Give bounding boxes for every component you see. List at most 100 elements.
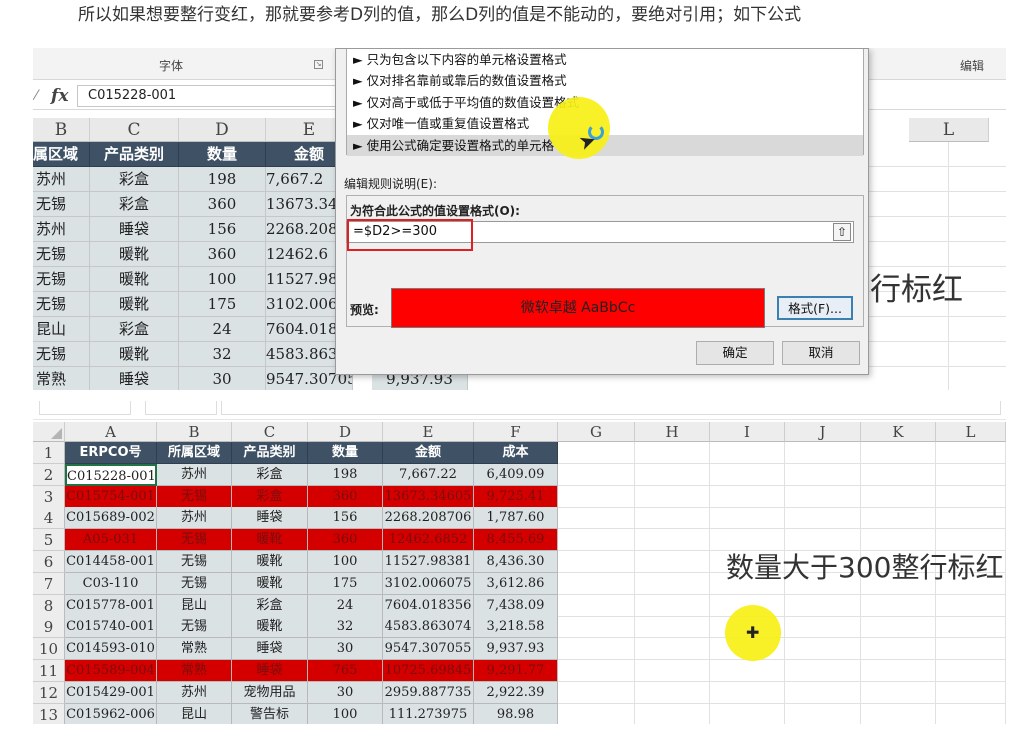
empty-cell[interactable] [785, 638, 861, 661]
fx-icon[interactable]: fx [51, 86, 68, 106]
empty-cell[interactable] [936, 616, 1006, 639]
table-cell[interactable]: 2959.887735 [383, 681, 474, 704]
empty-cell[interactable] [635, 572, 710, 595]
table-cell[interactable]: 3102.006075 [383, 572, 474, 595]
empty-cell[interactable] [949, 142, 1006, 167]
table-cell[interactable]: 198 [179, 167, 266, 192]
empty-cell[interactable] [949, 217, 1006, 242]
empty-cell[interactable] [861, 660, 936, 682]
empty-cell[interactable] [949, 192, 1006, 217]
empty-cell[interactable] [936, 485, 1006, 508]
table-cell[interactable]: A05-031 [65, 529, 157, 552]
table-cell[interactable]: 彩盒 [90, 167, 179, 192]
table-cell[interactable]: 7604.018356 [383, 594, 474, 617]
table-cell[interactable]: 360 [308, 529, 383, 552]
empty-cell[interactable] [936, 681, 1006, 704]
table-cell[interactable]: 暖靴 [90, 342, 179, 367]
table-header-cell[interactable]: 属区域 [33, 142, 90, 167]
row-header[interactable]: 7 [33, 572, 65, 595]
table-cell[interactable]: 156 [179, 217, 266, 242]
table-cell[interactable]: 苏州 [157, 507, 232, 530]
name-box[interactable] [39, 401, 131, 415]
empty-cell[interactable] [635, 551, 710, 573]
row-header[interactable]: 12 [33, 681, 65, 704]
table-cell[interactable]: 无锡 [157, 529, 232, 552]
table-cell[interactable]: 30 [308, 638, 383, 661]
rule-type-item[interactable]: ► 只为包含以下内容的单元格设置格式 [347, 49, 863, 70]
empty-cell[interactable] [869, 142, 949, 167]
table-cell[interactable]: 彩盒 [90, 192, 179, 217]
table-cell[interactable]: 12462.6852 [383, 529, 474, 552]
table-cell[interactable]: 昆山 [157, 703, 232, 724]
empty-cell[interactable] [558, 594, 635, 617]
empty-cell[interactable] [861, 463, 936, 486]
empty-cell[interactable] [710, 485, 785, 508]
table-cell[interactable]: 彩盒 [232, 485, 308, 508]
table-cell[interactable]: 11527.98381 [383, 551, 474, 573]
empty-cell[interactable] [710, 681, 785, 704]
empty-cell[interactable] [558, 572, 635, 595]
empty-cell[interactable] [558, 681, 635, 704]
empty-cell[interactable] [869, 317, 949, 342]
column-header-D[interactable]: D [308, 422, 383, 442]
table-cell[interactable]: 13673.34605 [383, 485, 474, 508]
empty-cell[interactable] [710, 463, 785, 486]
table-cell[interactable]: C015228-001 [65, 463, 157, 486]
row-header[interactable]: 5 [33, 529, 65, 552]
empty-cell[interactable] [949, 167, 1006, 192]
table-header-cell[interactable]: 金额 [383, 442, 474, 464]
table-cell[interactable]: 3,612.86 [474, 572, 558, 595]
row-header[interactable]: 3 [33, 485, 65, 508]
table-cell[interactable]: 8,455.69 [474, 529, 558, 552]
table-cell[interactable]: 2,922.39 [474, 681, 558, 704]
ok-button[interactable]: 确定 [696, 341, 774, 365]
empty-cell[interactable] [785, 703, 861, 724]
empty-cell[interactable] [869, 217, 949, 242]
table-cell[interactable]: C015754-001 [65, 485, 157, 508]
table-cell[interactable]: 30 [308, 681, 383, 704]
table-cell[interactable]: 暖靴 [232, 551, 308, 573]
table-cell[interactable]: C015962-006 [65, 703, 157, 724]
empty-cell[interactable] [785, 681, 861, 704]
empty-cell[interactable] [936, 660, 1006, 682]
empty-cell[interactable] [558, 507, 635, 530]
table-cell[interactable]: 无锡 [157, 485, 232, 508]
empty-cell[interactable] [861, 594, 936, 617]
empty-cell[interactable] [949, 367, 1006, 390]
table-cell[interactable]: 175 [308, 572, 383, 595]
empty-cell[interactable] [861, 442, 936, 464]
row-header[interactable]: 1 [33, 442, 65, 464]
column-header-L[interactable]: L [936, 422, 1006, 442]
empty-cell[interactable] [558, 463, 635, 486]
column-header-B[interactable]: B [157, 422, 232, 442]
empty-cell[interactable] [558, 616, 635, 639]
table-cell[interactable]: C015429-001 [65, 681, 157, 704]
table-cell[interactable]: 100 [308, 703, 383, 724]
empty-cell[interactable] [785, 660, 861, 682]
table-cell[interactable]: 175 [179, 292, 266, 317]
table-cell[interactable]: 无锡 [33, 192, 90, 217]
table-cell[interactable]: 暖靴 [232, 616, 308, 639]
table-cell[interactable]: 360 [308, 485, 383, 508]
empty-cell[interactable] [635, 638, 710, 661]
formula-input[interactable]: C015228-001 [77, 85, 347, 107]
table-cell[interactable]: 1,787.60 [474, 507, 558, 530]
dialog-launcher-icon[interactable]: ↘ [314, 60, 323, 69]
table-cell[interactable]: 常熟 [157, 660, 232, 682]
empty-cell[interactable] [936, 703, 1006, 724]
table-cell[interactable]: 暖靴 [232, 572, 308, 595]
column-header-F[interactable]: F [474, 422, 558, 442]
table-cell[interactable]: 24 [179, 317, 266, 342]
rule-type-item[interactable]: ► 仅对排名靠前或靠后的数值设置格式 [347, 70, 863, 91]
table-cell[interactable]: 暖靴 [90, 292, 179, 317]
table-cell[interactable]: 9,725.41 [474, 485, 558, 508]
empty-cell[interactable] [861, 485, 936, 508]
table-cell[interactable]: 宠物用品 [232, 681, 308, 704]
empty-cell[interactable] [785, 485, 861, 508]
empty-cell[interactable] [635, 507, 710, 530]
column-header-1[interactable]: C [90, 118, 179, 142]
table-cell[interactable]: 100 [308, 551, 383, 573]
table-header-cell[interactable]: 产品类别 [232, 442, 308, 464]
empty-cell[interactable] [949, 317, 1006, 342]
table-cell[interactable]: 360 [179, 192, 266, 217]
